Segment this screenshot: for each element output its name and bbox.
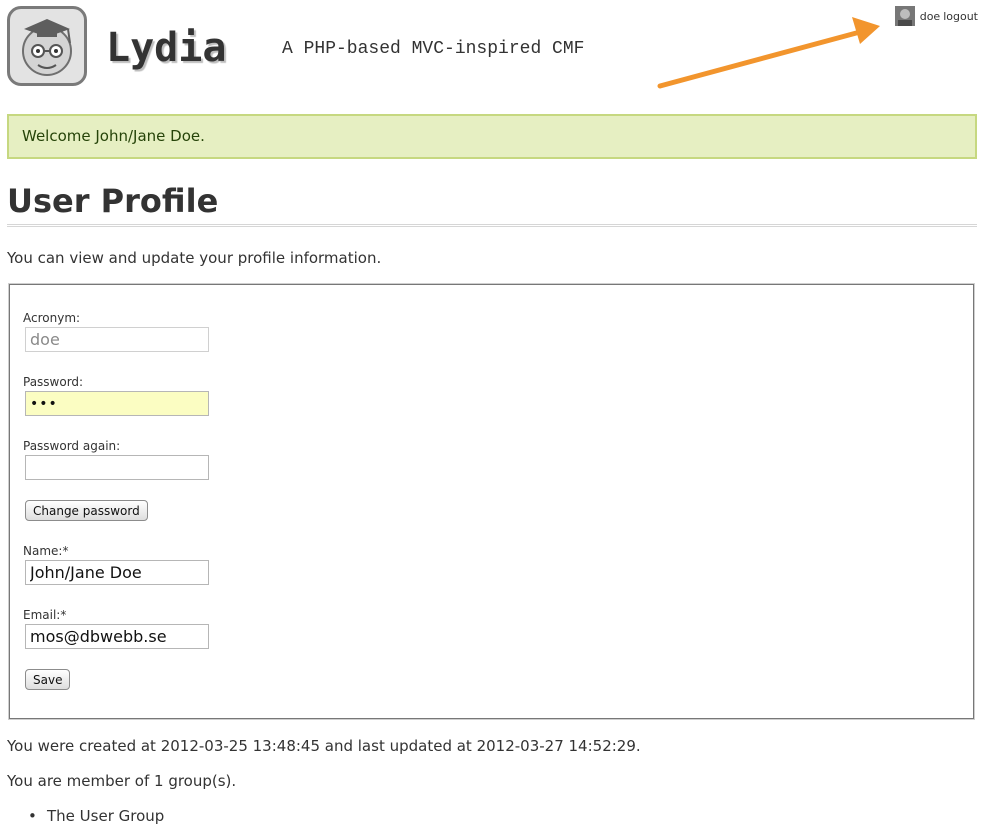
site-title[interactable]: Lydia — [106, 26, 226, 70]
password-field[interactable] — [25, 391, 209, 416]
acronym-field[interactable] — [25, 327, 209, 352]
acronym-label: Acronym: — [23, 311, 81, 325]
logout-link[interactable]: logout — [943, 10, 978, 23]
change-password-button[interactable]: Change password — [25, 500, 148, 521]
welcome-message: Welcome John/Jane Doe. — [7, 114, 977, 159]
login-menu: doe logout — [894, 6, 978, 26]
user-avatar-icon[interactable] — [894, 6, 915, 26]
group-name: The User Group — [47, 807, 165, 825]
group-count: You are member of 1 group(s). — [7, 772, 237, 790]
password-label: Password: — [23, 375, 84, 389]
name-label: Name:* — [23, 544, 69, 558]
bullet-icon: • — [28, 807, 37, 825]
save-button[interactable]: Save — [25, 669, 71, 690]
page-intro: You can view and update your profile inf… — [7, 249, 382, 267]
password-again-field[interactable] — [25, 455, 209, 480]
created-updated-info: You were created at 2012-03-25 13:48:45 … — [7, 737, 641, 755]
site-slogan: A PHP-based MVC-inspired CMF — [282, 39, 585, 59]
password-again-label: Password again: — [23, 439, 121, 453]
profile-link[interactable]: doe — [920, 10, 940, 23]
email-field[interactable] — [25, 624, 209, 649]
list-item: • The User Group — [7, 806, 164, 826]
lydia-logo-icon[interactable] — [7, 6, 87, 86]
title-divider — [7, 224, 977, 227]
email-label: Email:* — [23, 608, 67, 622]
group-list: • The User Group — [7, 806, 164, 826]
name-field[interactable] — [25, 560, 209, 585]
logo-face-graphic — [22, 19, 72, 76]
page-title: User Profile — [7, 182, 219, 220]
